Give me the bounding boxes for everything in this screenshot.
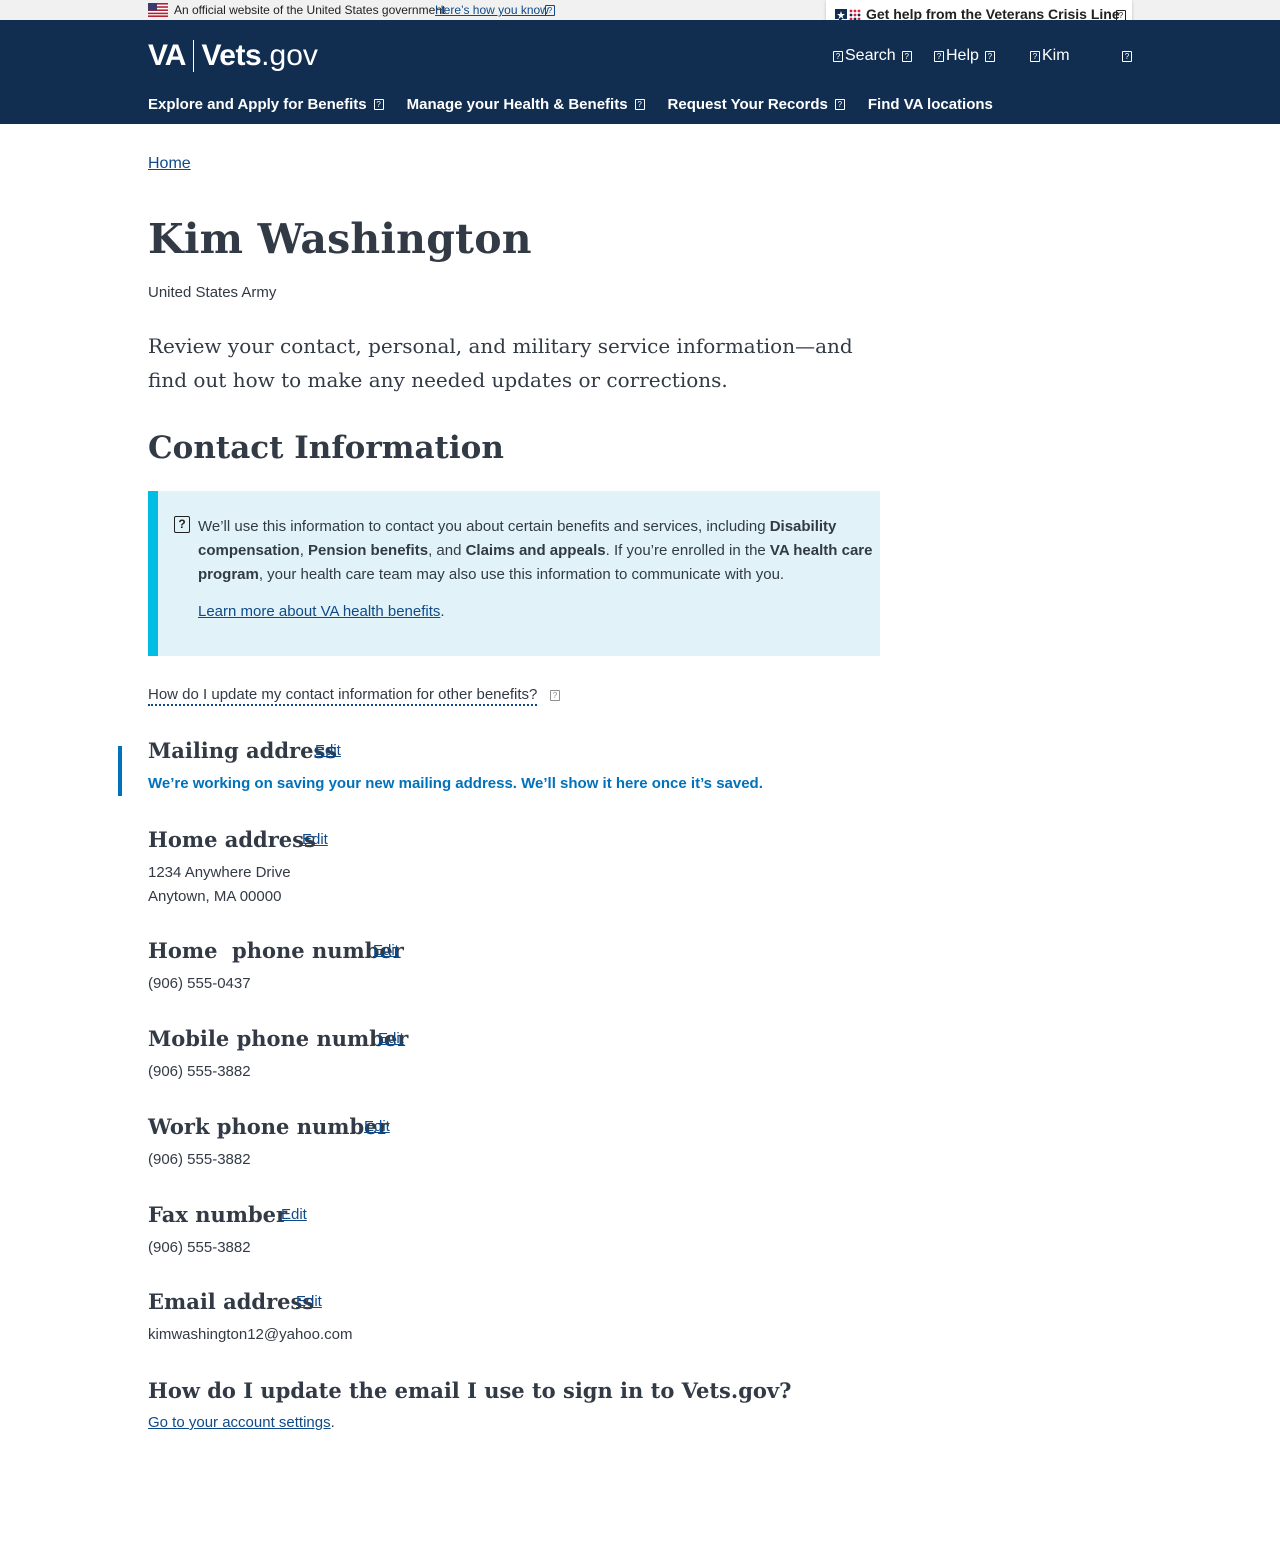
edit-email-address-link[interactable]: Edit: [296, 1293, 322, 1310]
alert-text: , your health care team may also use thi…: [258, 566, 785, 583]
edit-home-phone-link[interactable]: Edit: [373, 942, 399, 959]
home-address-line2: Anytown, MA 00000: [148, 888, 282, 905]
alert-text: ,: [299, 542, 309, 559]
help-button[interactable]: ? Help ?: [934, 47, 995, 65]
service-branch: United States Army: [148, 284, 277, 301]
nav-label: Request Your Records: [667, 96, 828, 113]
nav-request-records[interactable]: Request Your Records ?: [668, 96, 845, 113]
alert-bold-text: Claims and appeals: [465, 542, 606, 559]
main-navigation: Explore and Apply for Benefits ? Manage …: [148, 96, 1016, 113]
search-button[interactable]: ? Search ?: [833, 47, 912, 65]
home-phone-value: (906) 555-0437: [148, 975, 251, 992]
mailing-address-heading: Mailing address: [148, 738, 338, 763]
nav-explore-apply[interactable]: Explore and Apply for Benefits ?: [148, 96, 384, 113]
info-alert-link-line: Learn more about VA health benefits.: [198, 603, 445, 620]
fax-number-value: (906) 555-3882: [148, 1239, 251, 1256]
edit-mailing-address-link[interactable]: Edit: [315, 742, 341, 759]
home-address-line1: 1234 Anywhere Drive: [148, 864, 291, 881]
logo-gov-text: .gov: [261, 39, 318, 72]
email-address-value: kimwashington12@yahoo.com: [148, 1326, 353, 1343]
search-label: Search: [845, 47, 896, 64]
logo-divider: [193, 40, 195, 72]
gov-banner-text: An official website of the United States…: [174, 3, 446, 17]
work-phone-value: (906) 555-3882: [148, 1151, 251, 1168]
breadcrumb-home[interactable]: Home: [148, 155, 191, 173]
page-title: Kim Washington: [148, 215, 532, 263]
nav-manage-health[interactable]: Manage your Health & Benefits ?: [407, 96, 645, 113]
help-label: Help: [946, 47, 979, 64]
nav-label: Explore and Apply for Benefits: [148, 96, 367, 113]
mobile-phone-heading: Mobile phone number: [148, 1026, 409, 1051]
chevron-down-icon: ?: [984, 50, 995, 62]
logo-va-text: VA: [148, 39, 186, 72]
alert-bold-text: Pension benefits: [308, 542, 429, 559]
info-alert-body: We’ll use this information to contact yo…: [198, 515, 878, 587]
info-alert: ? We’ll use this information to contact …: [148, 491, 880, 656]
nav-label: Manage your Health & Benefits: [406, 96, 628, 113]
nav-label: Find VA locations: [867, 96, 993, 113]
signin-email-heading: How do I update the email I use to sign …: [148, 1378, 792, 1403]
site-header: VA Vets .gov ? Search ? ? Help ? ? Kim ?…: [0, 20, 1280, 124]
home-address-heading: Home address: [148, 827, 316, 852]
intro-text: Review your contact, personal, and milit…: [148, 334, 853, 392]
update-other-benefits-accordion[interactable]: How do I update my contact information f…: [148, 686, 538, 706]
home-phone-heading: Home phone number: [148, 938, 404, 963]
user-menu-button[interactable]: ? Kim: [1030, 47, 1070, 65]
fax-number-heading: Fax number: [148, 1202, 288, 1227]
signin-email-link-line: Go to your account settings.: [148, 1414, 335, 1431]
chevron-down-icon: ?: [834, 99, 845, 110]
alert-text: We’ll use this information to contact yo…: [198, 518, 770, 535]
chevron-down-icon: ?: [901, 50, 912, 62]
edit-mobile-phone-link[interactable]: Edit: [378, 1030, 404, 1047]
us-flag-icon: [148, 3, 168, 17]
search-icon: ?: [833, 50, 843, 62]
contact-information-heading: Contact Information: [148, 430, 504, 466]
nav-find-locations[interactable]: Find VA locations: [868, 96, 993, 113]
user-icon: ?: [1030, 50, 1040, 62]
chevron-down-icon[interactable]: ?: [1122, 51, 1132, 62]
link-suffix: .: [440, 603, 445, 620]
user-name-label: Kim: [1042, 47, 1070, 64]
edit-work-phone-link[interactable]: Edit: [364, 1118, 390, 1135]
pending-indicator-bar: [118, 746, 122, 796]
edit-home-address-link[interactable]: Edit: [302, 831, 328, 848]
chevron-down-icon: ?: [634, 99, 645, 110]
alert-text: , and: [428, 542, 466, 559]
learn-more-health-benefits-link[interactable]: Learn more about VA health benefits: [198, 603, 440, 620]
work-phone-heading: Work phone number: [148, 1114, 389, 1139]
logo-vets-text: Vets: [201, 39, 262, 72]
chevron-down-icon: ?: [373, 99, 384, 110]
expand-icon[interactable]: ?: [550, 690, 560, 701]
help-icon: ?: [934, 50, 944, 62]
alert-text: . If you’re enrolled in the: [605, 542, 770, 559]
email-address-heading: Email address: [148, 1289, 315, 1314]
link-suffix: .: [330, 1414, 335, 1431]
vets-gov-logo[interactable]: VA Vets .gov: [148, 38, 318, 74]
mobile-phone-value: (906) 555-3882: [148, 1063, 251, 1080]
mailing-address-status: We’re working on saving your new mailing…: [148, 775, 763, 792]
heres-how-you-know-link[interactable]: Here’s how you know: [435, 3, 549, 17]
account-settings-link[interactable]: Go to your account settings: [148, 1414, 331, 1431]
info-icon: ?: [174, 516, 190, 533]
expand-icon[interactable]: ?: [545, 5, 555, 16]
edit-fax-number-link[interactable]: Edit: [281, 1206, 307, 1223]
